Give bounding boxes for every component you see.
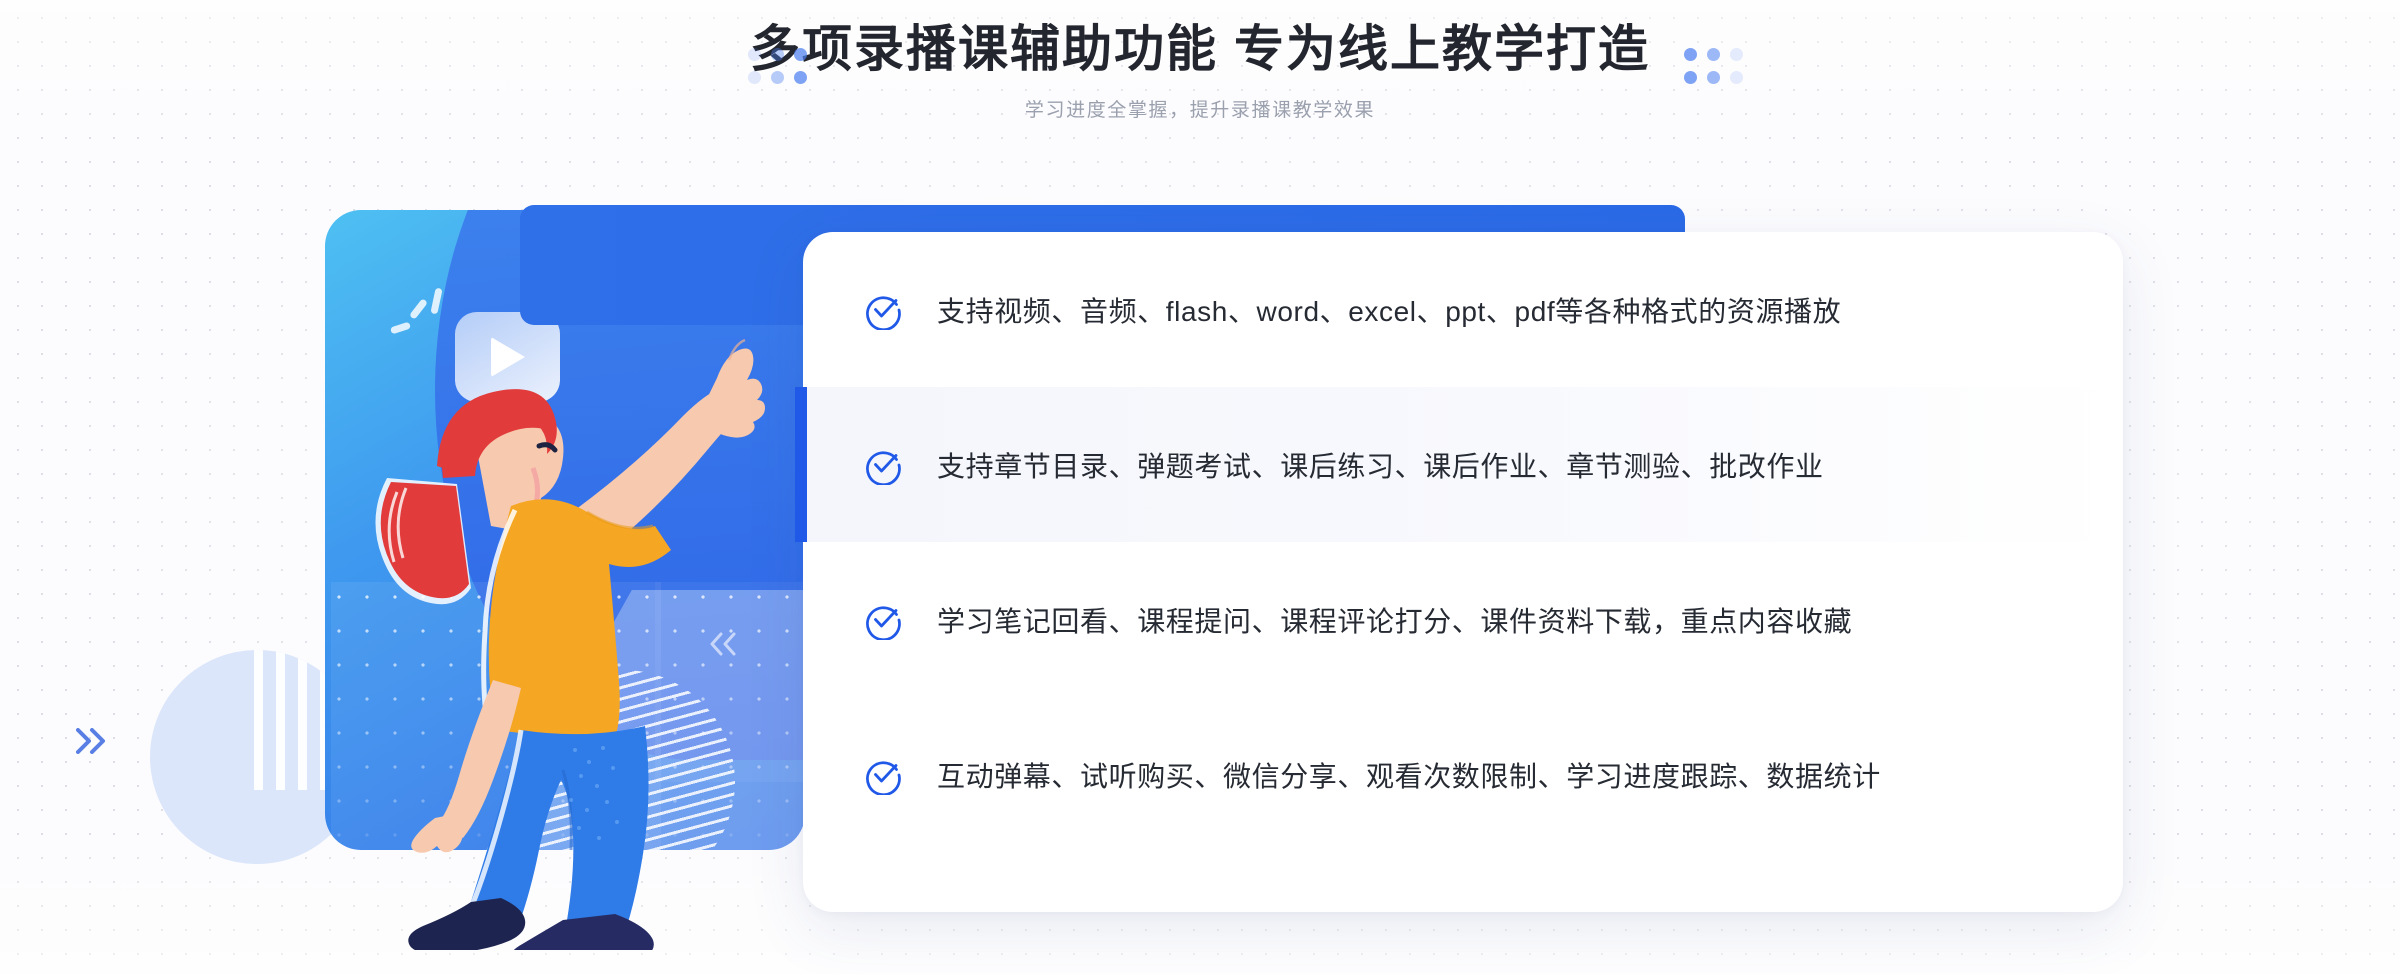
check-circle-icon	[863, 755, 903, 796]
feature-row-resource-playback[interactable]: 支持视频、音频、flash、word、excel、ppt、pdf等各种格式的资源…	[803, 232, 2123, 387]
check-circle-icon	[863, 600, 903, 641]
header: 多项录播课辅助功能 专为线上教学打造 学习进度全掌握，提升录播课教学效果	[0, 18, 2400, 122]
feature-row-chapters-exams[interactable]: 支持章节目录、弹题考试、课后练习、课后作业、章节测验、批改作业	[795, 387, 2123, 542]
pointing-hand	[699, 348, 765, 438]
feature-row-notes-review[interactable]: 学习笔记回看、课程提问、课程评论打分、课件资料下载，重点内容收藏	[803, 542, 2123, 697]
check-circle-icon	[863, 290, 903, 331]
double-chevron-right-icon	[72, 724, 112, 763]
feature-text: 支持视频、音频、flash、word、excel、ppt、pdf等各种格式的资源…	[937, 295, 1842, 327]
shoe-right	[513, 914, 654, 950]
shoe-left	[408, 898, 526, 950]
dot-grid-decoration-left	[748, 48, 808, 85]
page-root: 多项录播课辅助功能 专为线上教学打造 学习进度全掌握，提升录播课教学效果 支持视…	[0, 0, 2400, 974]
dot-grid-decoration-right	[1684, 48, 1744, 85]
feature-text: 学习笔记回看、课程提问、课程评论打分、课件资料下载，重点内容收藏	[937, 605, 1853, 637]
lower-hand	[411, 814, 464, 853]
feature-text: 互动弹幕、试听购买、微信分享、观看次数限制、学习进度跟踪、数据统计	[937, 760, 1881, 792]
page-subtitle: 学习进度全掌握，提升录播课教学效果	[1024, 99, 1376, 121]
woman-pointing-up-illustration	[375, 338, 765, 950]
feature-text: 支持章节目录、弹题考试、课后练习、课后作业、章节测验、批改作业	[937, 450, 1824, 482]
check-circle-icon	[863, 445, 903, 486]
page-title: 多项录播课辅助功能 专为线上教学打造	[750, 21, 1650, 77]
feature-row-interaction-stats[interactable]: 互动弹幕、试听购买、微信分享、观看次数限制、学习进度跟踪、数据统计	[803, 697, 2123, 852]
features-card: 支持视频、音频、flash、word、excel、ppt、pdf等各种格式的资源…	[795, 232, 2123, 912]
